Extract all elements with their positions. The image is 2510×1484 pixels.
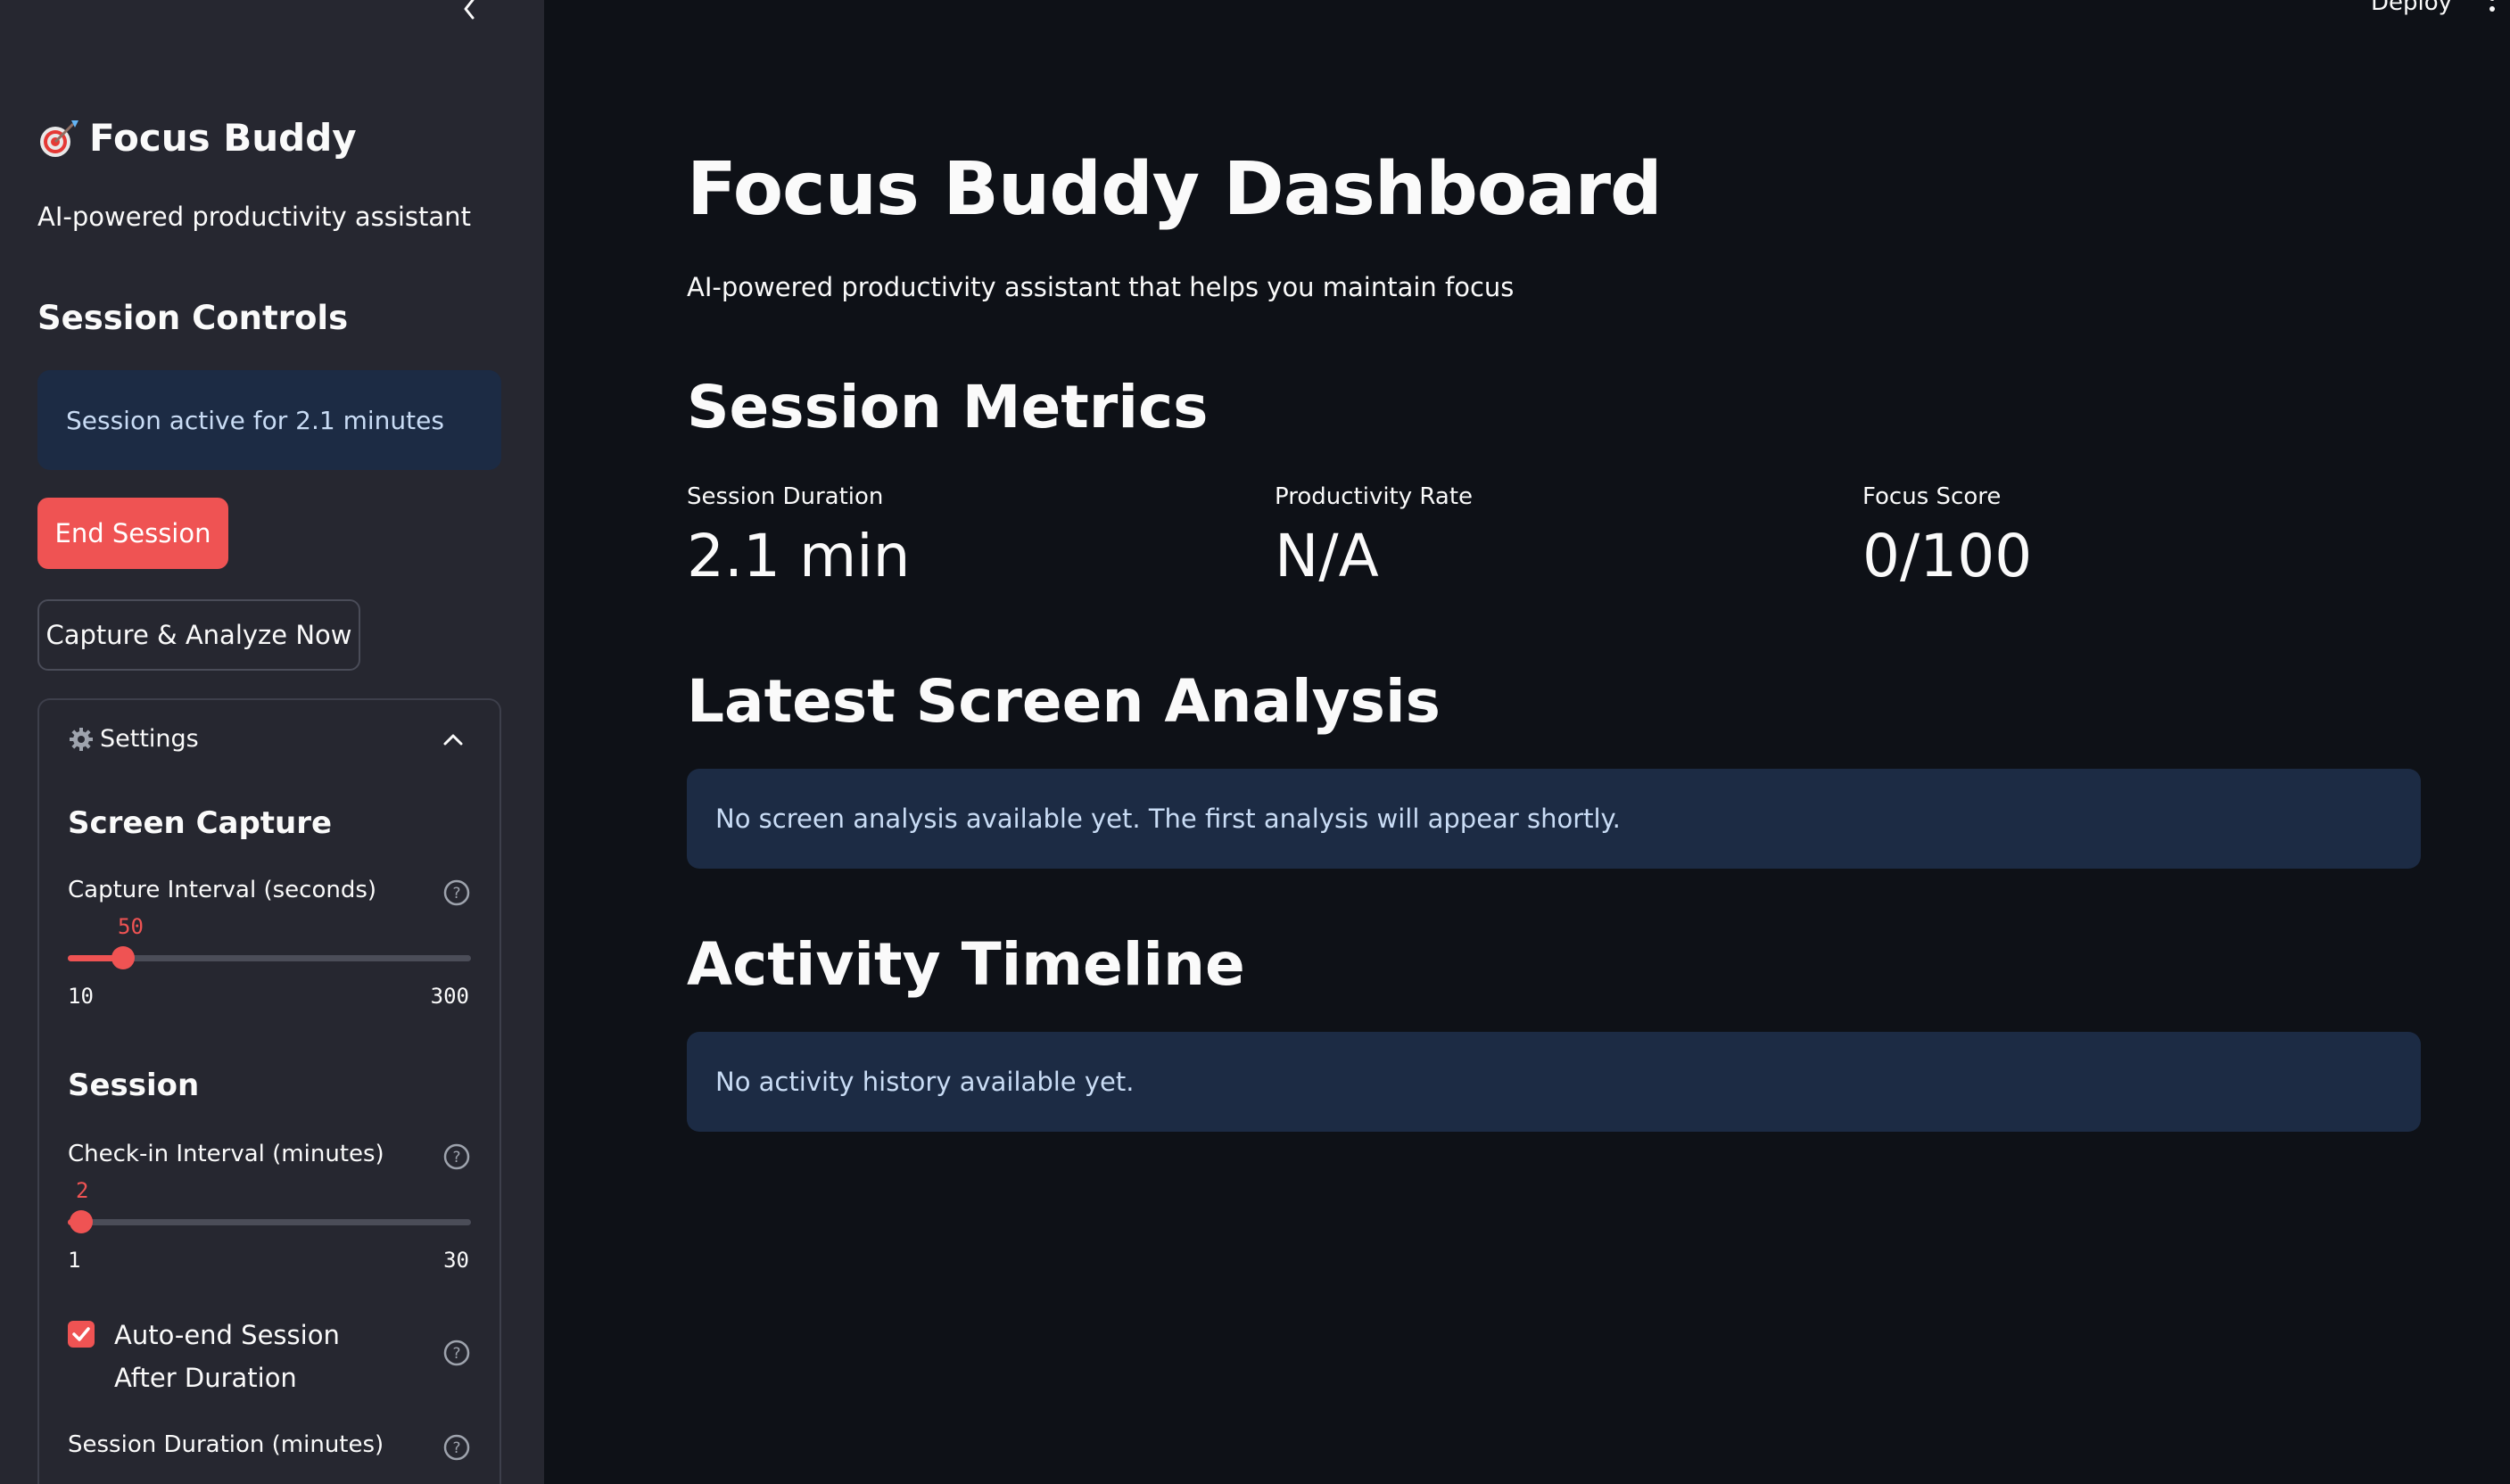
checkmark-icon (72, 1327, 90, 1341)
session-heading: Session (68, 1068, 200, 1103)
svg-text:?: ? (452, 885, 460, 903)
chevron-up-icon[interactable] (442, 732, 464, 746)
auto-end-label[interactable]: Auto-end Session After Duration (114, 1314, 409, 1399)
checkin-interval-thumb[interactable] (70, 1210, 93, 1233)
metric-value-session-duration: 2.1 min (687, 522, 911, 590)
page-subtitle: AI-powered productivity assistant that h… (687, 272, 1515, 302)
checkin-interval-min: 1 (68, 1248, 81, 1273)
deploy-button[interactable]: Deploy (2371, 0, 2452, 16)
svg-text:?: ? (452, 1149, 460, 1167)
svg-text:?: ? (452, 1439, 460, 1457)
capture-interval-slider[interactable] (68, 946, 471, 969)
help-icon[interactable]: ? (442, 1433, 471, 1462)
settings-expander-header[interactable]: Settings (68, 725, 199, 753)
analysis-info-box: No screen analysis available yet. The fi… (687, 769, 2421, 869)
app-title: Focus Buddy (89, 116, 357, 160)
capture-interval-value: 50 (118, 914, 144, 939)
screen-capture-heading: Screen Capture (68, 805, 333, 841)
metric-label-session-duration: Session Duration (687, 483, 884, 510)
timeline-info-box: No activity history available yet. (687, 1032, 2421, 1132)
latest-analysis-heading: Latest Screen Analysis (687, 667, 1441, 736)
capture-interval-max: 300 (430, 984, 469, 1009)
target-icon (40, 120, 78, 157)
more-menu-icon[interactable] (2487, 0, 2498, 21)
help-icon[interactable]: ? (442, 1339, 471, 1367)
app-subtitle: AI-powered productivity assistant (37, 202, 471, 232)
session-status-info: Session active for 2.1 minutes (37, 370, 501, 470)
settings-title: Settings (100, 725, 199, 753)
metric-label-focus-score: Focus Score (1862, 483, 2002, 510)
metric-label-productivity-rate: Productivity Rate (1275, 483, 1474, 510)
page-title: Focus Buddy Dashboard (687, 147, 1663, 232)
end-session-button[interactable]: End Session (37, 498, 228, 569)
capture-interval-min: 10 (68, 984, 94, 1009)
help-icon[interactable]: ? (442, 1142, 471, 1171)
checkin-interval-slider[interactable] (68, 1210, 471, 1233)
collapse-sidebar-icon[interactable] (455, 0, 482, 21)
checkin-interval-value: 2 (76, 1178, 89, 1203)
settings-expander: Settings Screen Capture Capture Interval… (37, 698, 501, 1484)
gear-icon (70, 727, 93, 751)
capture-interval-label: Capture Interval (seconds) (68, 877, 377, 903)
sidebar: Focus Buddy AI-powered productivity assi… (0, 0, 544, 1484)
brand: Focus Buddy (37, 116, 357, 160)
checkin-interval-label: Check-in Interval (minutes) (68, 1141, 384, 1167)
auto-end-checkbox[interactable] (68, 1321, 95, 1348)
session-controls-heading: Session Controls (37, 299, 349, 337)
activity-timeline-heading: Activity Timeline (687, 930, 1245, 999)
session-metrics-heading: Session Metrics (687, 373, 1209, 441)
session-duration-label: Session Duration (minutes) (68, 1431, 384, 1458)
metric-value-productivity-rate: N/A (1275, 522, 1379, 590)
checkin-interval-max: 30 (443, 1248, 469, 1273)
metric-value-focus-score: 0/100 (1862, 522, 2033, 590)
help-icon[interactable]: ? (442, 878, 471, 907)
capture-analyze-button[interactable]: Capture & Analyze Now (37, 599, 360, 671)
capture-interval-thumb[interactable] (111, 946, 135, 969)
svg-text:?: ? (452, 1345, 460, 1363)
